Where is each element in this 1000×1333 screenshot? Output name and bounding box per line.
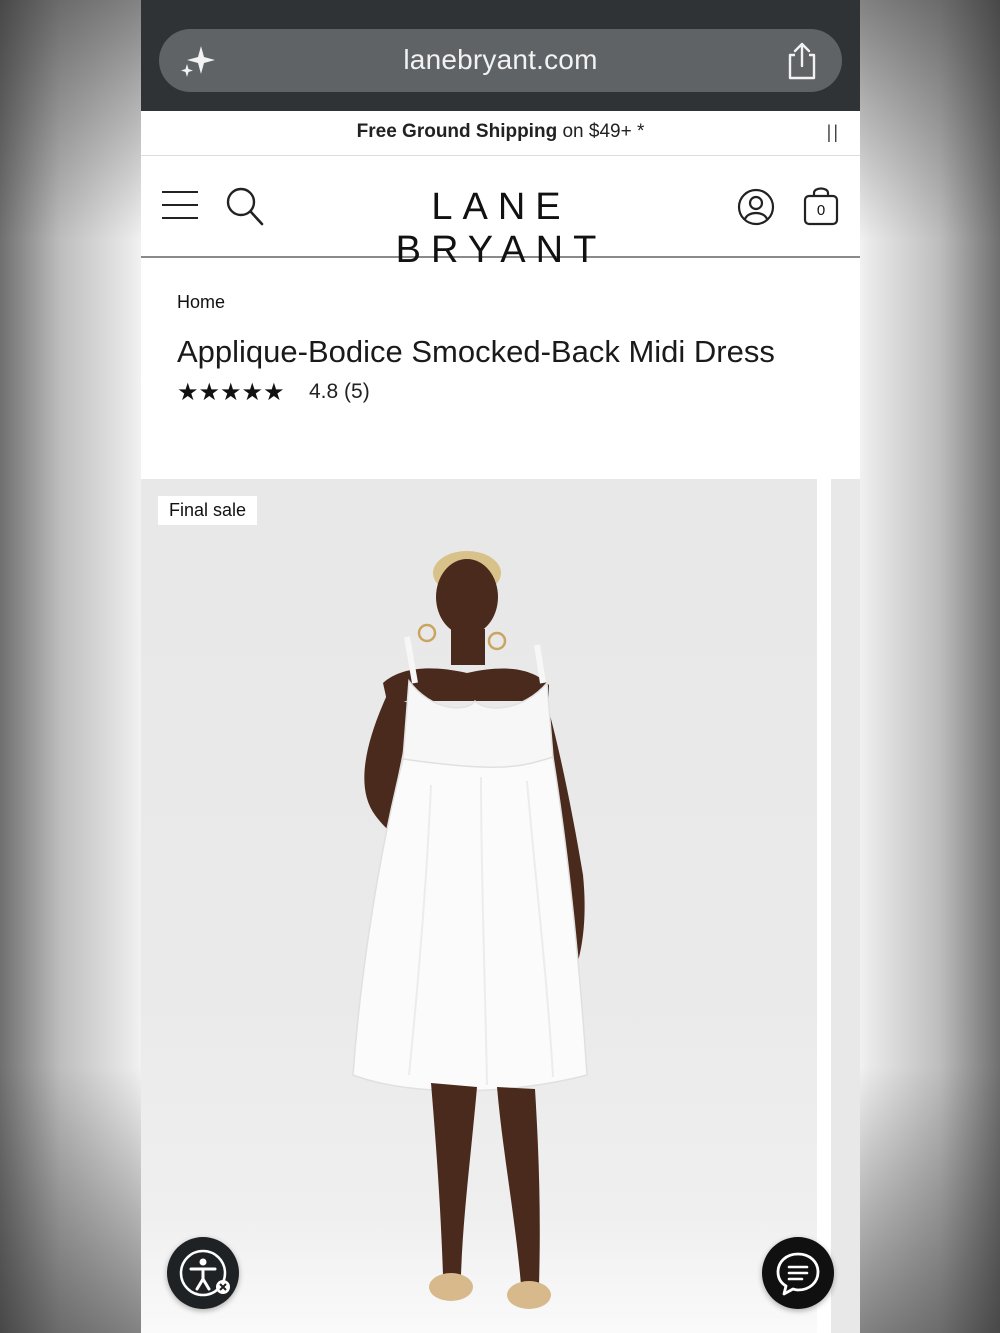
search-icon[interactable] <box>225 186 265 228</box>
breadcrumb-home[interactable]: Home <box>177 292 225 313</box>
rating-score: 4.8 (5) <box>309 380 370 403</box>
account-icon[interactable] <box>737 188 775 226</box>
model-photo <box>352 551 588 1309</box>
promo-banner[interactable]: Free Ground Shipping on $49+ * || <box>141 111 860 156</box>
bag-count: 0 <box>816 202 826 219</box>
address-bar[interactable]: lanebryant.com <box>159 29 842 92</box>
site-logo[interactable]: LANE BRYANT <box>346 186 656 272</box>
final-sale-badge: Final sale <box>158 496 258 525</box>
promo-pause-button[interactable]: || <box>827 122 840 143</box>
product-image-main[interactable]: Final sale <box>141 479 817 1333</box>
product-image-next[interactable] <box>831 479 860 1333</box>
url-text[interactable]: lanebryant.com <box>159 44 842 76</box>
chat-icon <box>776 1252 820 1296</box>
share-icon[interactable] <box>784 41 820 81</box>
rating-stars: ★★★★★ <box>177 379 285 406</box>
promo-text: Free Ground Shipping on $49+ * <box>141 121 860 143</box>
promo-bold-text: Free Ground Shipping <box>356 121 558 142</box>
product-title: Applique-Bodice Smocked-Back Midi Dress <box>177 334 775 369</box>
accessibility-icon <box>179 1249 230 1297</box>
chat-button[interactable] <box>762 1237 834 1309</box>
browser-chrome: lanebryant.com <box>141 0 860 111</box>
hamburger-menu-icon[interactable] <box>162 191 198 221</box>
phone-screen: lanebryant.com Free Ground Shipping on $… <box>141 0 860 1333</box>
promo-rest-text: on $49+ * <box>557 121 645 142</box>
site-header: LANE BRYANT 0 <box>141 156 860 271</box>
accessibility-button[interactable] <box>167 1237 239 1309</box>
